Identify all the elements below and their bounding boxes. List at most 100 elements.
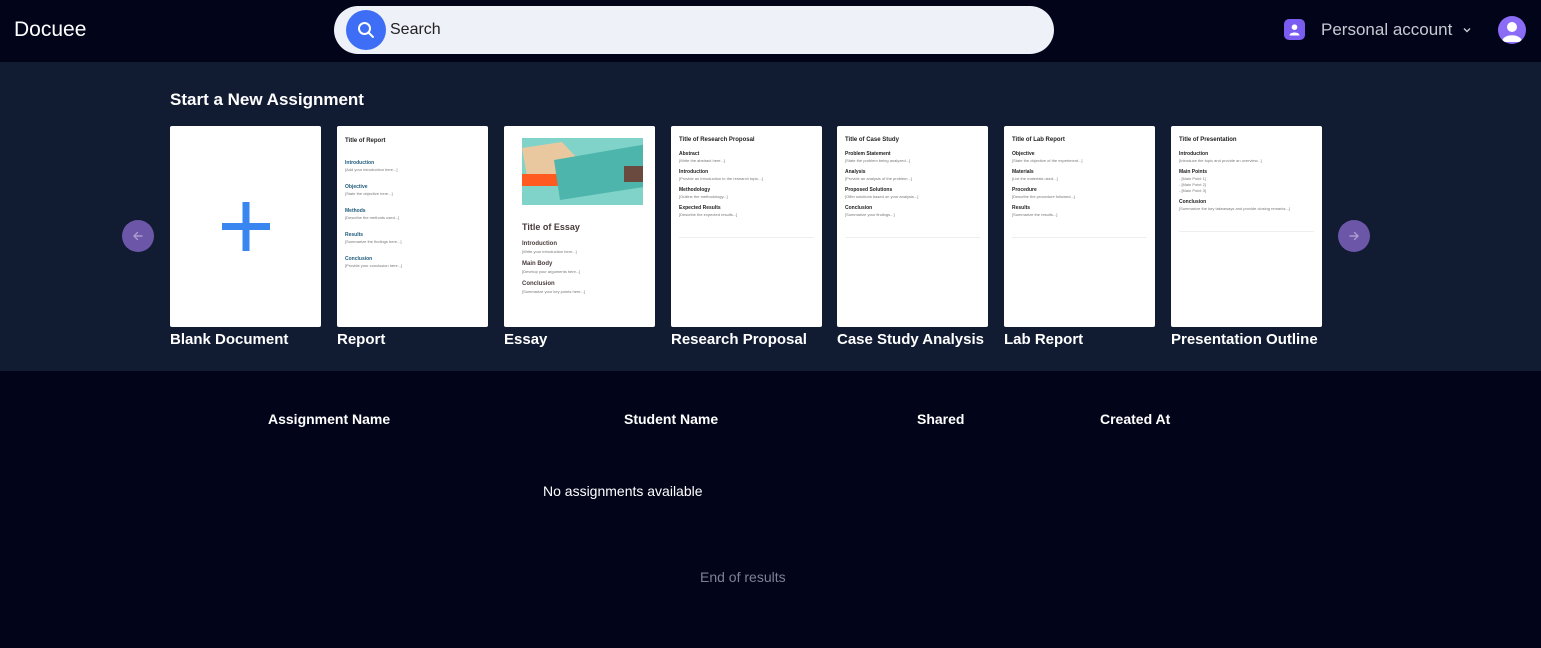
doc-text: [State the objective of the experiment..… (1012, 158, 1083, 163)
doc-heading: Results (345, 232, 364, 238)
divider (1179, 231, 1314, 232)
doc-heading: Conclusion (345, 256, 373, 262)
doc-heading: Methods (345, 208, 366, 214)
doc-text: [State the problem being analyzed...] (845, 158, 911, 163)
account-switcher[interactable]: Personal account (1284, 19, 1472, 40)
template-thumbnail[interactable]: Title of Case Study Problem Statement [S… (837, 126, 988, 327)
arrow-left-icon (133, 231, 143, 241)
doc-text: [Offer solutions based on your analysis.… (845, 194, 919, 199)
section-title: Start a New Assignment (170, 90, 364, 109)
doc-text: [Add your introduction here...] (345, 167, 398, 172)
arrow-right-icon (1349, 231, 1359, 241)
account-icon (1284, 19, 1305, 40)
doc-title: Title of Essay (522, 222, 580, 232)
doc-heading: Procedure (1012, 187, 1037, 193)
doc-heading: Analysis (845, 169, 866, 175)
doc-title: Title of Report (345, 138, 386, 144)
column-header-student-name[interactable]: Student Name (624, 411, 718, 427)
doc-text: [Develop your arguments here...] (522, 269, 581, 274)
template-label: Blank Document (170, 331, 289, 348)
divider (1012, 237, 1147, 238)
template-presentation-outline[interactable]: Title of Presentation Introduction [Intr… (1171, 126, 1322, 348)
doc-text: [Summarize the results...] (1012, 212, 1058, 217)
template-thumbnail[interactable] (170, 126, 321, 327)
doc-text: [Describe the procedure followed...] (1012, 194, 1075, 199)
template-thumbnail[interactable]: Title of Report Introduction [Add your i… (337, 126, 488, 327)
search-bar[interactable] (334, 6, 1054, 54)
doc-heading: Conclusion (522, 281, 555, 287)
doc-text: [Provide an introduction to the research… (679, 176, 763, 181)
doc-text: [State the objective here...] (345, 191, 393, 196)
doc-heading: Introduction (522, 241, 557, 247)
doc-heading: Conclusion (845, 205, 873, 211)
doc-heading: Main Points (1179, 169, 1208, 175)
doc-text: [Summarize the key takeaways and provide… (1179, 206, 1290, 211)
essay-illustration (522, 138, 643, 205)
divider (845, 237, 980, 238)
doc-heading: Objective (1012, 151, 1035, 157)
doc-text: - [Main Point 1] (1179, 176, 1206, 181)
doc-text: [Describe the methods used...] (345, 215, 400, 220)
template-label: Essay (504, 331, 548, 348)
doc-text: [Describe the expected results...] (679, 212, 738, 217)
template-research-proposal[interactable]: Title of Research Proposal Abstract [Wri… (671, 126, 822, 348)
template-thumbnail[interactable]: Title of Research Proposal Abstract [Wri… (671, 126, 822, 327)
template-report[interactable]: Title of Report Introduction [Add your i… (337, 126, 488, 348)
column-header-created-at[interactable]: Created At (1100, 411, 1170, 427)
template-label: Lab Report (1004, 331, 1084, 348)
doc-title: Title of Research Proposal (679, 137, 755, 143)
column-header-shared[interactable]: Shared (917, 411, 964, 427)
doc-heading: Proposed Solutions (845, 187, 893, 193)
template-thumbnail[interactable]: Title of Essay Introduction [Write your … (504, 126, 655, 327)
doc-heading: Conclusion (1179, 199, 1207, 205)
doc-heading: Methodology (679, 187, 711, 193)
user-avatar[interactable] (1498, 16, 1526, 44)
doc-heading: Expected Results (679, 205, 721, 211)
doc-heading: Objective (345, 184, 368, 190)
search-button[interactable] (346, 10, 386, 50)
search-input[interactable] (390, 19, 990, 41)
template-thumbnail[interactable]: Title of Lab Report Objective [State the… (1004, 126, 1155, 327)
doc-text: [Write your introduction here...] (522, 249, 577, 254)
carousel-next-button[interactable] (1338, 220, 1370, 252)
doc-text: [List the materials used...] (1012, 176, 1058, 181)
account-label: Personal account (1321, 19, 1453, 39)
user-icon (1502, 22, 1522, 42)
doc-text: [Summarize your key points here...] (522, 289, 585, 294)
doc-heading: Introduction (679, 169, 709, 175)
template-thumbnail[interactable]: Title of Presentation Introduction [Intr… (1171, 126, 1322, 327)
doc-heading: Main Body (522, 261, 553, 267)
chevron-down-icon (1462, 25, 1472, 35)
doc-title: Title of Presentation (1179, 137, 1237, 143)
template-label: Report (337, 331, 386, 348)
doc-title: Title of Lab Report (1012, 137, 1065, 143)
template-case-study-analysis[interactable]: Title of Case Study Problem Statement [S… (837, 126, 988, 348)
template-label: Research Proposal (671, 331, 807, 348)
template-label: Case Study Analysis (837, 331, 985, 348)
template-blank-document[interactable]: Blank Document (170, 126, 321, 348)
template-label: Presentation Outline (1171, 331, 1318, 348)
doc-title: Title of Case Study (845, 137, 899, 143)
plus-icon (222, 202, 270, 251)
template-essay[interactable]: Title of Essay Introduction [Write your … (504, 126, 655, 348)
doc-text: - [Main Point 3] (1179, 188, 1206, 193)
empty-state-message: No assignments available (543, 483, 703, 499)
carousel-prev-button[interactable] (122, 220, 154, 252)
doc-heading: Materials (1012, 169, 1034, 175)
divider (679, 237, 814, 238)
new-assignment-section: Start a New Assignment Blank Document Ti… (0, 62, 1541, 371)
template-lab-report[interactable]: Title of Lab Report Objective [State the… (1004, 126, 1155, 348)
doc-text: [Provide your conclusion here...] (345, 263, 403, 268)
top-bar: Docuee Personal account (0, 0, 1541, 62)
doc-heading: Problem Statement (845, 151, 891, 157)
doc-heading: Introduction (345, 160, 375, 166)
doc-heading: Introduction (1179, 151, 1209, 157)
doc-heading: Results (1012, 205, 1031, 211)
doc-heading: Abstract (679, 151, 700, 157)
doc-text: [Provide an analysis of the problem...] (845, 176, 912, 181)
app-logo[interactable]: Docuee (14, 18, 86, 42)
column-header-assignment-name[interactable]: Assignment Name (268, 411, 390, 427)
end-of-results: End of results (700, 569, 786, 585)
search-icon (358, 22, 374, 38)
doc-text: [Write the abstract here...] (679, 158, 725, 163)
